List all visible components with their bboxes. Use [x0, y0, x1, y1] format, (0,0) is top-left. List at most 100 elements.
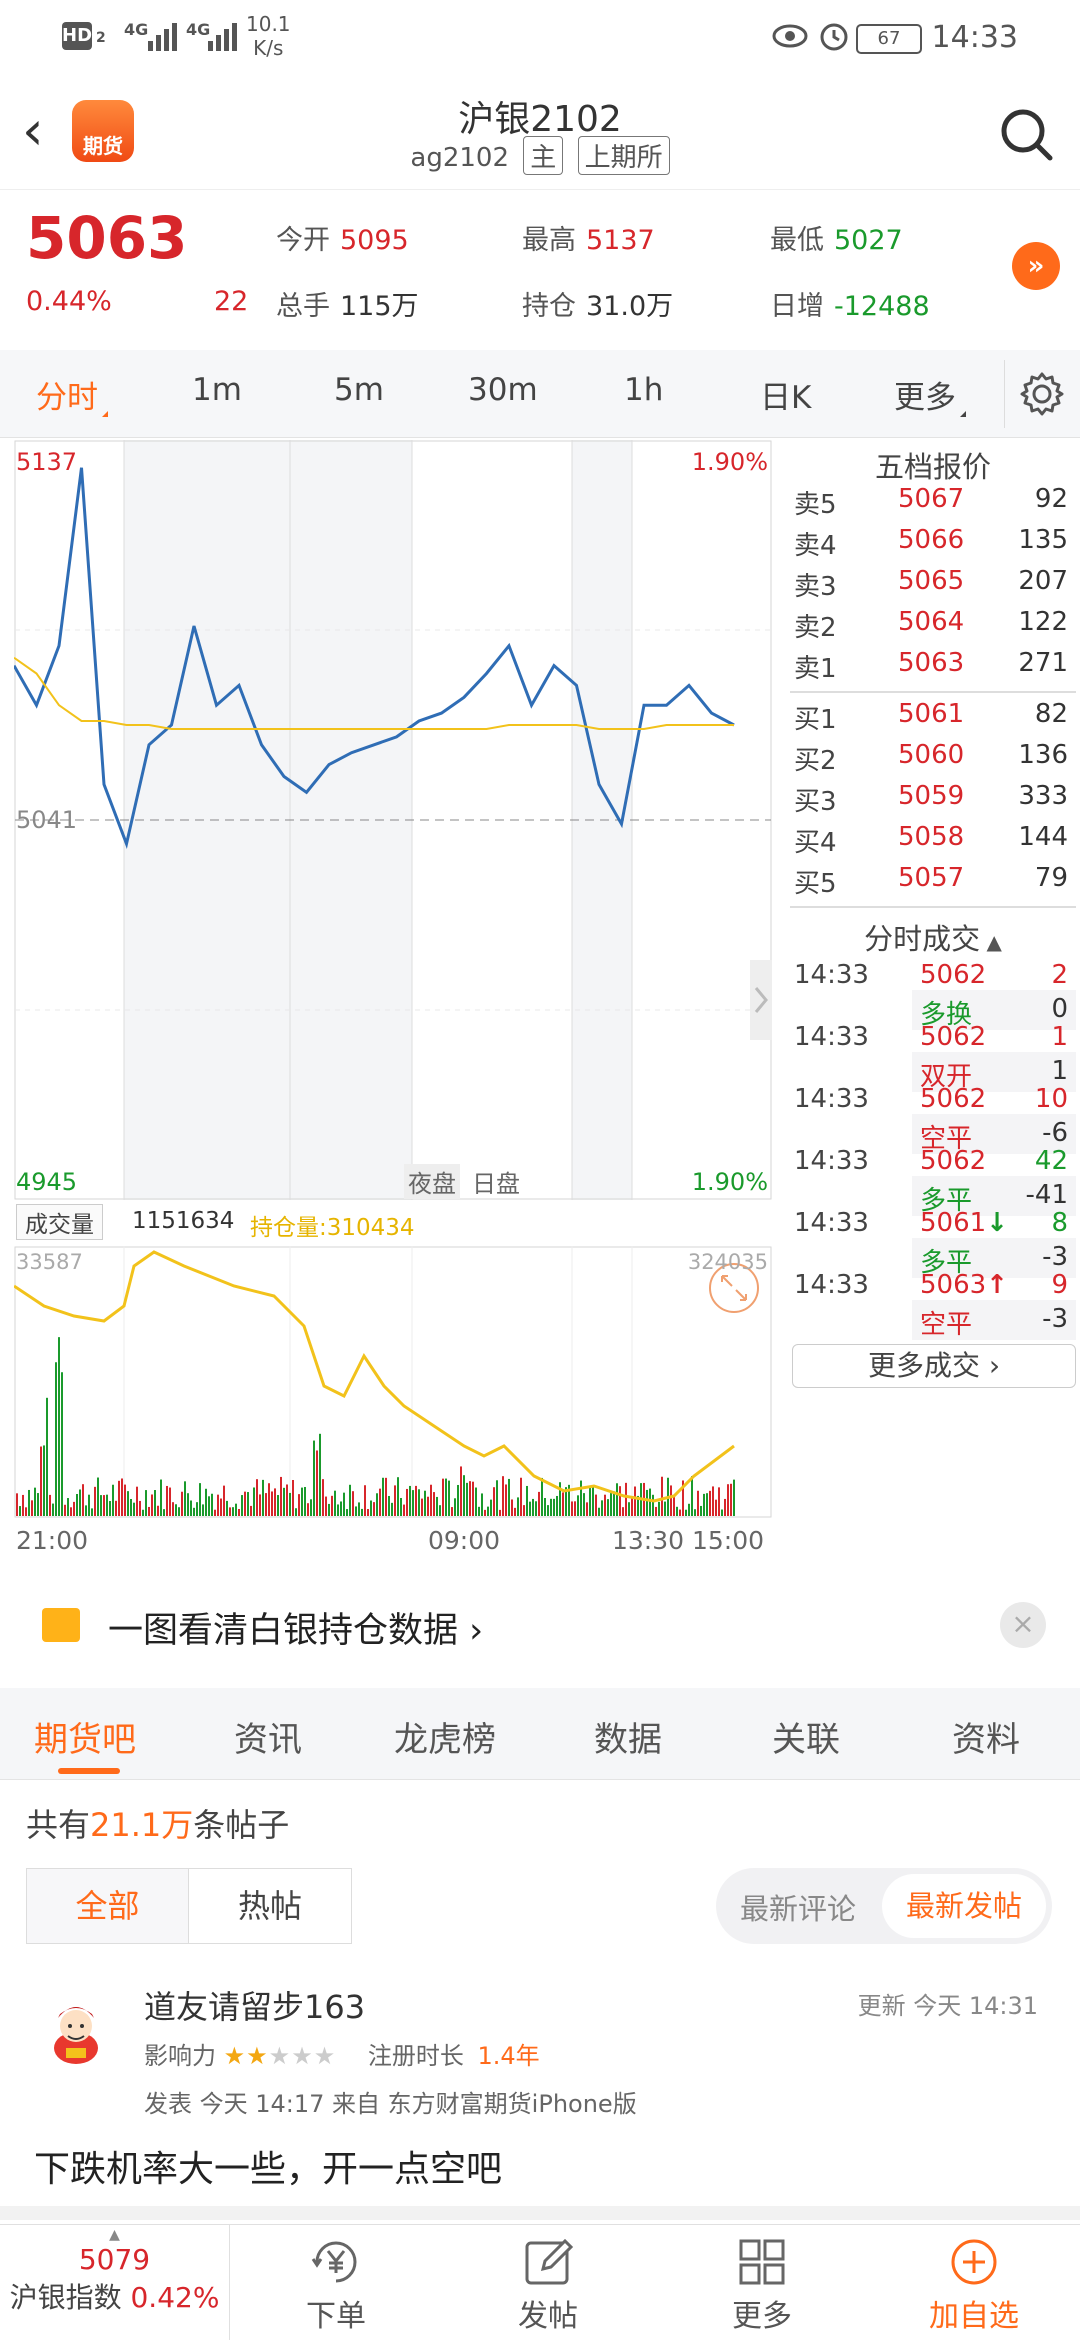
tab-30m[interactable]: 30m	[468, 372, 538, 408]
tab-related[interactable]: 关联	[772, 1712, 840, 1761]
more-deals-button[interactable]: 更多成交 ›	[792, 1344, 1076, 1388]
ticks-title: 分时成交 ▲	[864, 922, 1002, 956]
sim-number: 2	[96, 30, 106, 46]
tick-volume: 8	[1051, 1208, 1068, 1238]
volume-bar	[718, 1487, 720, 1516]
volume-bar	[598, 1507, 600, 1516]
bid-row: 买5 5057 79	[786, 863, 1076, 903]
volume-bar	[478, 1506, 480, 1516]
tab-daily-k[interactable]: 日K	[760, 372, 811, 417]
tab-intraday[interactable]: 分时	[36, 372, 108, 417]
post-content[interactable]: 下跌机率大一些，开一点空吧	[34, 2140, 502, 2192]
volume-bar	[229, 1507, 231, 1516]
ask-row: 卖5 5067 92	[786, 484, 1076, 524]
book-divider	[790, 691, 1076, 693]
sort-latest-post[interactable]: 最新发帖	[882, 1874, 1046, 1938]
volume-bar	[415, 1485, 417, 1516]
volume-max-left: 33587	[16, 1250, 83, 1274]
intraday-chart[interactable]: 5137 1.90% 5041 4945 1.90% 夜盘 日盘	[14, 440, 774, 1200]
volume-canvas[interactable]	[14, 1246, 774, 1518]
ask-volume: 92	[1034, 484, 1068, 514]
nav-add-watchlist[interactable]: 加自选	[874, 2225, 1074, 2340]
tab-data[interactable]: 数据	[594, 1712, 662, 1761]
collapse-handle[interactable]	[750, 960, 772, 1040]
volume-bar	[238, 1508, 240, 1516]
nav-post[interactable]: 发帖	[448, 2225, 648, 2340]
tab-1m[interactable]: 1m	[192, 372, 242, 408]
tab-profile[interactable]: 资料	[952, 1712, 1020, 1761]
volume-bar	[376, 1493, 378, 1516]
chart-canvas[interactable]	[14, 440, 774, 1200]
ask-price: 5067	[898, 484, 965, 514]
close-icon[interactable]: ×	[1000, 1602, 1046, 1648]
volume-bar	[388, 1495, 390, 1516]
volume-bar	[619, 1486, 621, 1516]
volume-bar	[700, 1505, 702, 1516]
tick-time: 14:33	[794, 1022, 869, 1052]
bid-price: 5060	[898, 740, 965, 770]
volume-bar	[694, 1509, 696, 1516]
ask-volume: 122	[1018, 607, 1068, 637]
tab-5m[interactable]: 5m	[334, 372, 384, 408]
index-ticker[interactable]: ▲ 5079 沪银指数 0.42%	[0, 2225, 230, 2340]
promo-banner[interactable]: 一图看清白银持仓数据 › ×	[0, 1572, 1080, 1688]
volume-bar	[244, 1491, 246, 1516]
volume-bar	[289, 1492, 291, 1516]
nav-place-order[interactable]: 下单	[236, 2225, 436, 2340]
volume-bar	[292, 1479, 294, 1516]
volume-bar	[250, 1505, 252, 1516]
filter-all[interactable]: 全部	[27, 1869, 189, 1943]
bid-label: 买5	[794, 869, 837, 899]
tab-more[interactable]: 更多	[894, 372, 966, 417]
tab-1h[interactable]: 1h	[624, 372, 663, 408]
volume-bar	[628, 1502, 630, 1516]
gear-icon[interactable]	[1018, 370, 1066, 418]
tab-news[interactable]: 资讯	[234, 1712, 302, 1761]
volume-bar	[166, 1485, 168, 1516]
daily-change-field: 日增 -12488	[770, 291, 930, 322]
volume-bar	[100, 1495, 102, 1516]
volume-bar	[445, 1478, 447, 1516]
volume-max-right: 324035	[687, 1250, 768, 1274]
banner-text[interactable]: 一图看清白银持仓数据 ›	[108, 1602, 483, 1653]
tab-leaderboard[interactable]: 龙虎榜	[394, 1712, 496, 1761]
volume-bar	[25, 1507, 27, 1516]
bid-volume: 82	[1034, 699, 1068, 729]
filter-hot[interactable]: 热帖	[189, 1869, 351, 1943]
tick-oi-change: 1	[1051, 1056, 1068, 1086]
sort-toggle: 最新评论 最新发帖	[716, 1868, 1052, 1944]
volume-bar	[319, 1433, 321, 1516]
volume-field: 总手 115万	[276, 291, 419, 322]
volume-bar	[49, 1494, 51, 1516]
expand-quote-button[interactable]: »	[1012, 242, 1060, 290]
tick-type: 空平	[920, 1310, 973, 1340]
book-divider	[790, 906, 1076, 908]
volume-bar	[709, 1490, 711, 1516]
volume-chart[interactable]: 33587 324035	[14, 1246, 774, 1518]
volume-bar	[721, 1509, 723, 1516]
volume-bar	[112, 1484, 114, 1516]
volume-bar	[64, 1504, 66, 1516]
post-author[interactable]: 道友请留步163	[144, 1982, 365, 2028]
volume-bar	[400, 1498, 402, 1516]
bid-label: 买3	[794, 787, 837, 817]
volume-bar	[208, 1496, 210, 1516]
volume-bar	[508, 1478, 510, 1516]
bid-label: 买4	[794, 828, 837, 858]
volume-bar	[127, 1491, 129, 1516]
ask-row: 卖4 5066 135	[786, 525, 1076, 565]
volume-bar	[451, 1507, 453, 1516]
nav-more[interactable]: 更多	[662, 2225, 862, 2340]
tab-futures-bar[interactable]: 期货吧	[34, 1712, 136, 1761]
search-icon[interactable]	[996, 104, 1056, 164]
volume-tag[interactable]: 成交量	[16, 1204, 103, 1240]
volume-bar	[706, 1493, 708, 1516]
sort-latest-comment[interactable]: 最新评论	[740, 1886, 856, 1928]
volume-bar	[331, 1495, 333, 1516]
volume-bar	[142, 1509, 144, 1516]
volume-bar	[574, 1501, 576, 1516]
main-contract-tag: 主	[523, 136, 564, 175]
ask-row: 卖1 5063 271	[786, 648, 1076, 688]
volume-bar	[442, 1478, 444, 1516]
user-avatar[interactable]	[44, 1996, 108, 2066]
